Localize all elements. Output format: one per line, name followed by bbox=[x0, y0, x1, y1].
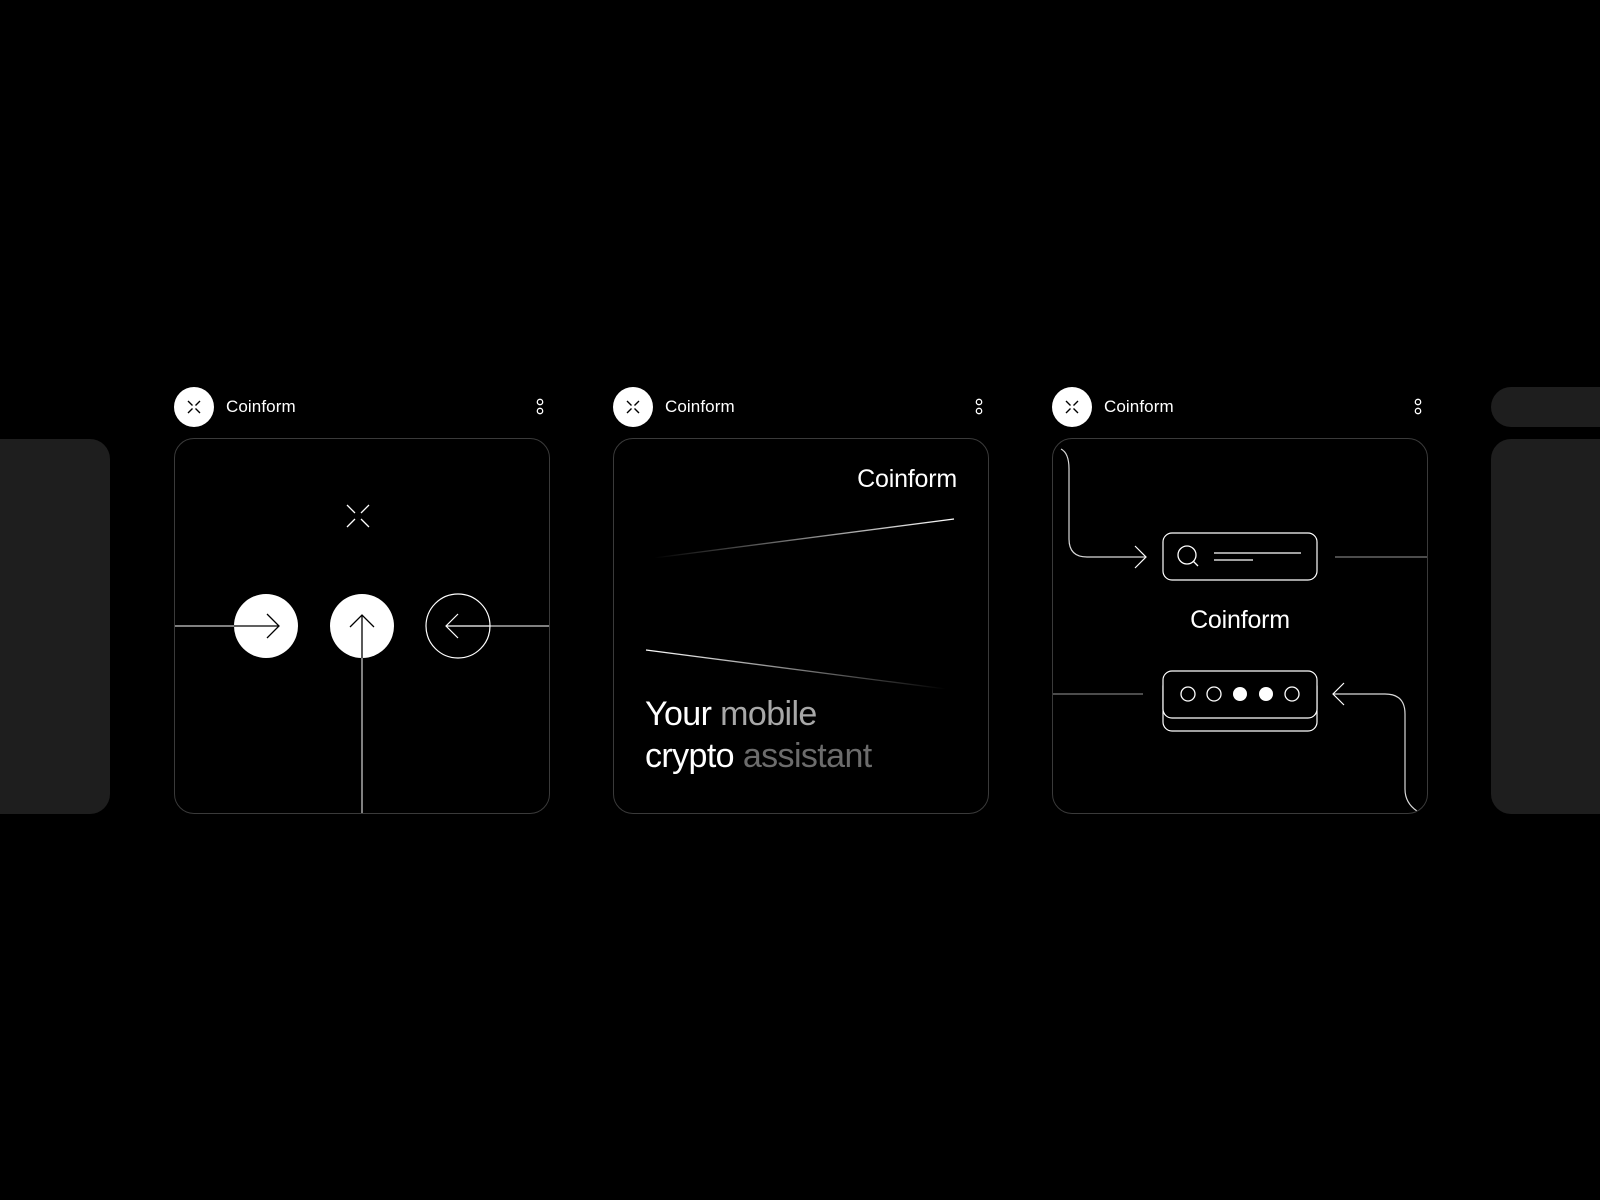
arrow-up-icon bbox=[330, 594, 394, 813]
post-image-card[interactable] bbox=[174, 438, 550, 814]
author-name[interactable]: Coinform bbox=[1104, 397, 1174, 417]
post-2: Coinform Coinform Your mobile crypto ass… bbox=[613, 386, 989, 814]
coinform-mark-icon bbox=[346, 504, 370, 528]
card-brand-title: Coinform bbox=[857, 465, 957, 493]
previous-post-card[interactable] bbox=[0, 439, 110, 814]
carousel-stage: Coinform Coinform Coinform Your mobile c… bbox=[0, 0, 1600, 1200]
more-vertical-icon[interactable] bbox=[1408, 392, 1428, 422]
card-illustration bbox=[175, 504, 549, 813]
tagline-part: assistant bbox=[742, 737, 872, 775]
post-image-card[interactable]: Coinform Your mobile crypto assistant bbox=[613, 438, 989, 814]
author-name[interactable]: Coinform bbox=[665, 397, 735, 417]
card-tagline: Your mobile crypto assistant bbox=[645, 693, 872, 777]
post-1: Coinform bbox=[174, 386, 550, 814]
tagline-part: mobile bbox=[720, 695, 817, 733]
card-brand-title: Coinform bbox=[1190, 606, 1290, 634]
next-post-card[interactable] bbox=[1491, 439, 1600, 814]
post-author[interactable]: Coinform bbox=[174, 387, 296, 427]
coinform-logo-icon[interactable] bbox=[613, 387, 653, 427]
arrow-left-icon bbox=[425, 593, 491, 659]
more-vertical-icon[interactable] bbox=[969, 392, 989, 422]
search-icon bbox=[1162, 532, 1318, 581]
post-header: Coinform bbox=[613, 386, 989, 428]
post-author[interactable]: Coinform bbox=[1052, 387, 1174, 427]
post-header: Coinform bbox=[1052, 386, 1428, 428]
post-image-card[interactable]: Coinform bbox=[1052, 438, 1428, 814]
post-header: Coinform bbox=[174, 386, 550, 428]
tagline-part: crypto bbox=[645, 737, 743, 775]
more-vertical-icon[interactable] bbox=[530, 392, 550, 422]
author-name[interactable]: Coinform bbox=[226, 397, 296, 417]
coinform-logo-icon[interactable] bbox=[174, 387, 214, 427]
post-author[interactable]: Coinform bbox=[613, 387, 735, 427]
post-3: Coinform Coinform bbox=[1052, 386, 1428, 814]
arrow-right-icon bbox=[234, 594, 298, 658]
tagline-part: Your bbox=[645, 695, 721, 733]
next-post-header[interactable] bbox=[1491, 387, 1600, 427]
coinform-logo-icon[interactable] bbox=[1052, 387, 1092, 427]
pin-dots-icon bbox=[1162, 670, 1318, 732]
